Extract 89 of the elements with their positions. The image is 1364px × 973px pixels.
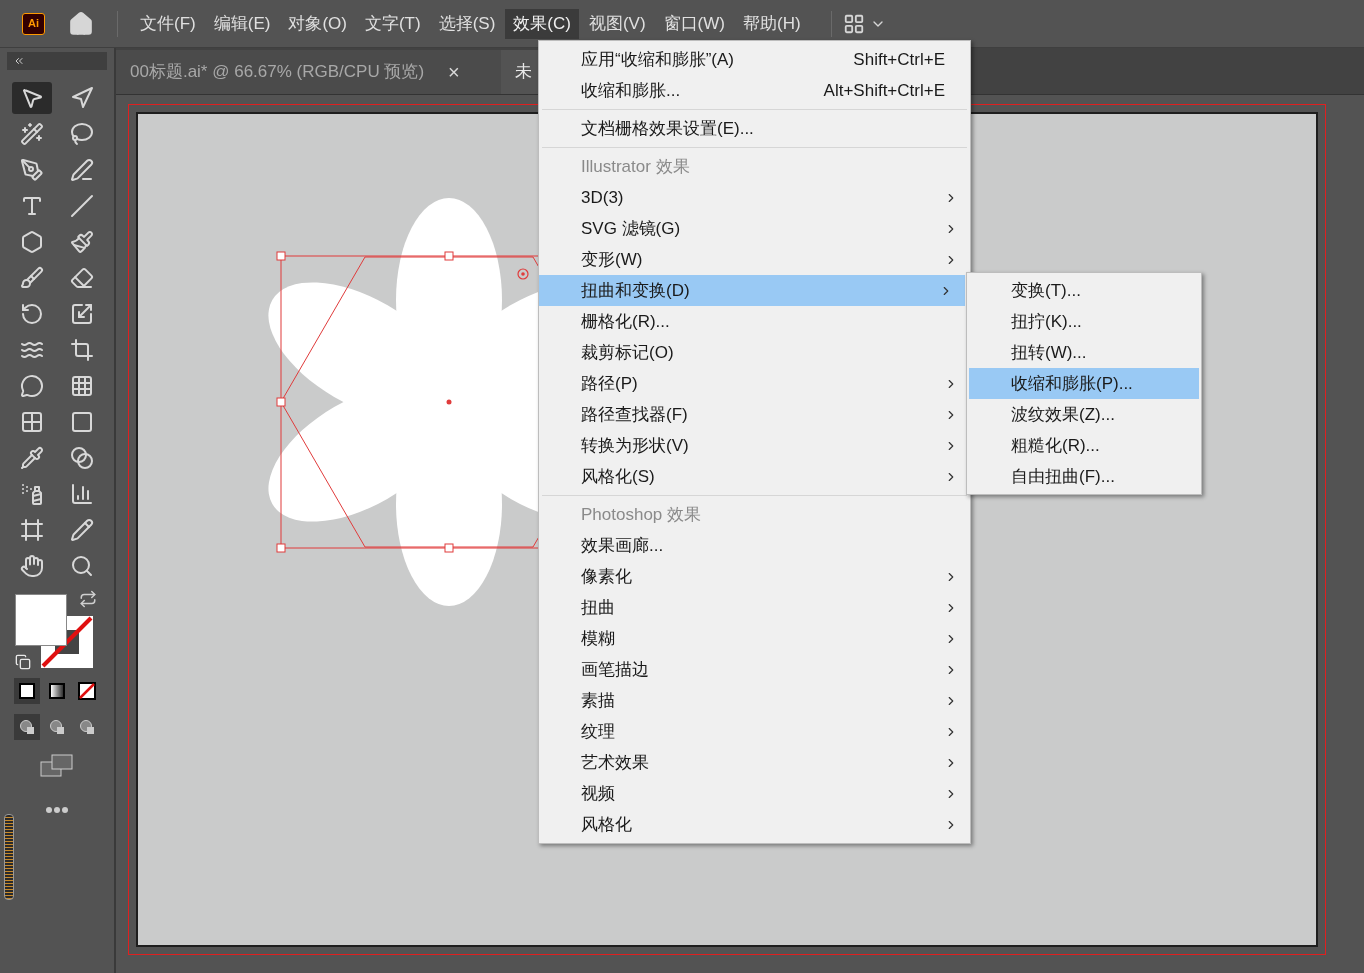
menu-bar-item[interactable]: 对象(O) — [280, 8, 355, 39]
menu-item[interactable]: 栅格化(R)... — [539, 306, 970, 337]
menu-item[interactable]: 素描 — [539, 685, 970, 716]
menu-item[interactable]: 画笔描边 — [539, 654, 970, 685]
magic-wand-tool-icon — [20, 122, 44, 146]
menu-bar-item[interactable]: 编辑(E) — [205, 8, 279, 39]
graph-tool-icon — [70, 482, 94, 506]
paintbrush-tool-icon — [70, 230, 94, 254]
tab-title: 未 — [515, 61, 532, 84]
lasso-tool-icon — [70, 122, 94, 146]
menu-item[interactable]: 变形(W) — [539, 244, 970, 275]
app-logo[interactable]: Ai — [22, 12, 45, 35]
draw-mode-icon — [79, 719, 95, 735]
menu-item[interactable]: 波纹效果(Z)... — [969, 399, 1199, 430]
gradient-tool-icon — [70, 410, 94, 434]
shortcut-label: Alt+Shift+Ctrl+E — [823, 79, 945, 102]
menu-item[interactable]: 3D(3) — [539, 182, 970, 213]
swap-icon[interactable] — [79, 590, 97, 608]
menu-item[interactable]: 风格化 — [539, 809, 970, 840]
mesh-tool-icon — [20, 410, 44, 434]
menu-bar-item[interactable]: 窗口(W) — [655, 8, 733, 39]
menu-bar-item[interactable]: 选择(S) — [430, 8, 504, 39]
menu-item[interactable]: 收缩和膨胀(P)... — [969, 368, 1199, 399]
menu-item[interactable]: 扭曲和变换(D) — [539, 275, 965, 306]
line-tool-icon — [70, 194, 94, 218]
menu-item[interactable]: 变换(T)... — [969, 275, 1199, 306]
menu-item[interactable]: 粗糙化(R)... — [969, 430, 1199, 461]
menu-item[interactable]: 扭曲 — [539, 592, 970, 623]
default-colors-icon[interactable] — [15, 654, 31, 670]
shape-builder-tool-icon — [20, 374, 44, 398]
polygon-tool-icon — [20, 230, 44, 254]
zoom-tool-icon — [70, 554, 94, 578]
menu-item[interactable]: 扭转(W)... — [969, 337, 1199, 368]
blend-tool-icon — [70, 446, 94, 470]
rotate-tool-icon — [20, 302, 44, 326]
menu-item[interactable]: 转换为形状(V) — [539, 430, 970, 461]
menu-item[interactable]: 路径查找器(F) — [539, 399, 970, 430]
color-button[interactable] — [14, 678, 40, 704]
collapse-icon[interactable] — [13, 55, 25, 67]
fill-swatch[interactable] — [15, 594, 67, 646]
center-point-icon — [446, 399, 452, 405]
free-transform-tool-icon — [70, 338, 94, 362]
document-tab[interactable]: 00标题.ai* @ 66.67% (RGB/CPU 预览) × — [116, 50, 501, 94]
menu-bar-item[interactable]: 效果(C) — [505, 8, 579, 39]
hand-tool-icon — [20, 554, 44, 578]
type-tool-icon — [20, 194, 44, 218]
menu-item[interactable]: 视频 — [539, 778, 970, 809]
menu-item[interactable]: 像素化 — [539, 561, 970, 592]
menu-item[interactable]: 自由扭曲(F)... — [969, 461, 1199, 492]
tool-button[interactable] — [12, 82, 52, 114]
curvature-tool-icon — [70, 158, 94, 182]
menu-item[interactable]: 文档栅格效果设置(E)... — [539, 113, 970, 144]
draw-mode-icon — [19, 719, 35, 735]
home-icon[interactable] — [67, 10, 95, 37]
menu-item[interactable]: 纹理 — [539, 716, 970, 747]
screen-mode-icon[interactable] — [40, 754, 74, 778]
menu-item[interactable]: 路径(P) — [539, 368, 970, 399]
tab-title: 00标题.ai* @ 66.67% (RGB/CPU 预览) — [130, 61, 425, 84]
shortcut-label: Shift+Ctrl+E — [853, 48, 945, 71]
corner-widget-icon[interactable] — [517, 268, 529, 280]
menu-bar-item[interactable]: 帮助(H) — [735, 8, 809, 39]
more-icon[interactable] — [46, 806, 68, 814]
artboard-tool-icon — [20, 518, 44, 542]
menu-item[interactable]: 艺术效果 — [539, 747, 970, 778]
eyedropper-tool-icon — [20, 446, 44, 470]
resize-grip-icon[interactable] — [4, 814, 14, 900]
menu-bar-item[interactable]: 文件(F) — [132, 8, 204, 39]
eraser-tool-icon — [70, 266, 94, 290]
scale-tool-icon — [70, 302, 94, 326]
direct-selection-tool-icon — [70, 86, 94, 110]
shaper-tool-icon — [20, 266, 44, 290]
menu-item[interactable]: 裁剪标记(O) — [539, 337, 970, 368]
menu-item[interactable]: SVG 滤镜(G) — [539, 213, 970, 244]
selection-tool-icon — [20, 86, 44, 110]
draw-normal-button[interactable] — [14, 714, 40, 740]
menu-item[interactable]: 扭拧(K)... — [969, 306, 1199, 337]
pen-tool-icon — [20, 158, 44, 182]
menu-bar-item[interactable]: 文字(T) — [356, 8, 429, 39]
menu-item[interactable]: 模糊 — [539, 623, 970, 654]
menu-item[interactable]: 风格化(S) — [539, 461, 970, 492]
symbol-sprayer-tool-icon — [20, 482, 44, 506]
close-tab-button[interactable]: × — [448, 57, 460, 87]
slice-tool-icon — [70, 518, 94, 542]
draw-mode-icon — [49, 719, 65, 735]
menu-bar-item[interactable]: 视图(V) — [580, 8, 654, 39]
menu-section-header: Photoshop 效果 — [580, 503, 702, 526]
perspective-grid-tool-icon — [70, 374, 94, 398]
menu-item[interactable]: 效果画廊... — [539, 530, 970, 561]
menu-section-header: Illustrator 效果 — [580, 155, 691, 178]
